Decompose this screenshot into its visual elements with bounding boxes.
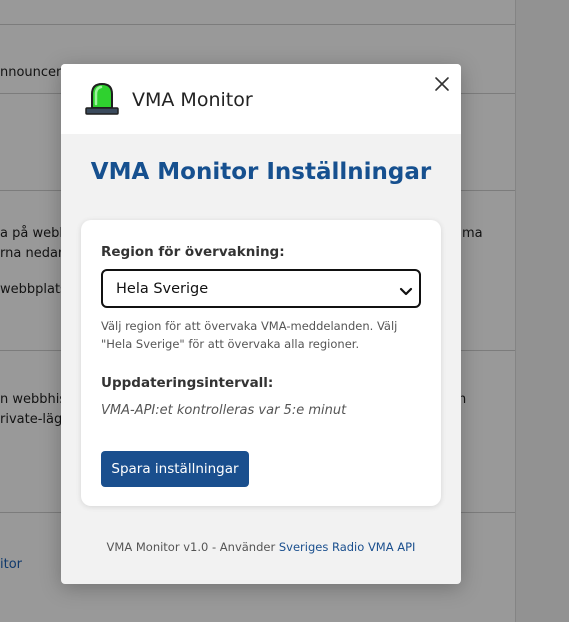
- close-icon: [435, 77, 449, 91]
- modal-header: VMA Monitor: [61, 64, 461, 134]
- footer-text: VMA Monitor v1.0 - Använder: [106, 540, 279, 554]
- footer-api-link[interactable]: Sveriges Radio VMA API: [279, 540, 416, 554]
- settings-modal: VMA Monitor VMA Monitor Inställningar Re…: [61, 64, 461, 584]
- settings-card: Region för övervakning: Hela Sverige Väl…: [81, 220, 441, 506]
- region-help-text: Välj region för att övervaka VMA-meddela…: [101, 319, 398, 351]
- green-siren-icon: [83, 82, 121, 116]
- page-title: VMA Monitor Inställningar: [90, 159, 432, 185]
- close-button[interactable]: [430, 72, 454, 96]
- header-title: VMA Monitor: [132, 89, 253, 111]
- interval-label: Uppdateringsintervall:: [101, 375, 274, 391]
- region-select-value: Hela Sverige: [116, 281, 209, 297]
- region-label: Region för övervakning:: [101, 244, 285, 260]
- save-settings-button[interactable]: Spara inställningar: [101, 451, 249, 487]
- chevron-down-icon: [399, 283, 413, 296]
- footer: VMA Monitor v1.0 - Använder Sveriges Rad…: [61, 540, 461, 554]
- region-select[interactable]: Hela Sverige: [101, 269, 421, 308]
- interval-text: VMA-API:et kontrolleras var 5:e minut: [101, 403, 347, 418]
